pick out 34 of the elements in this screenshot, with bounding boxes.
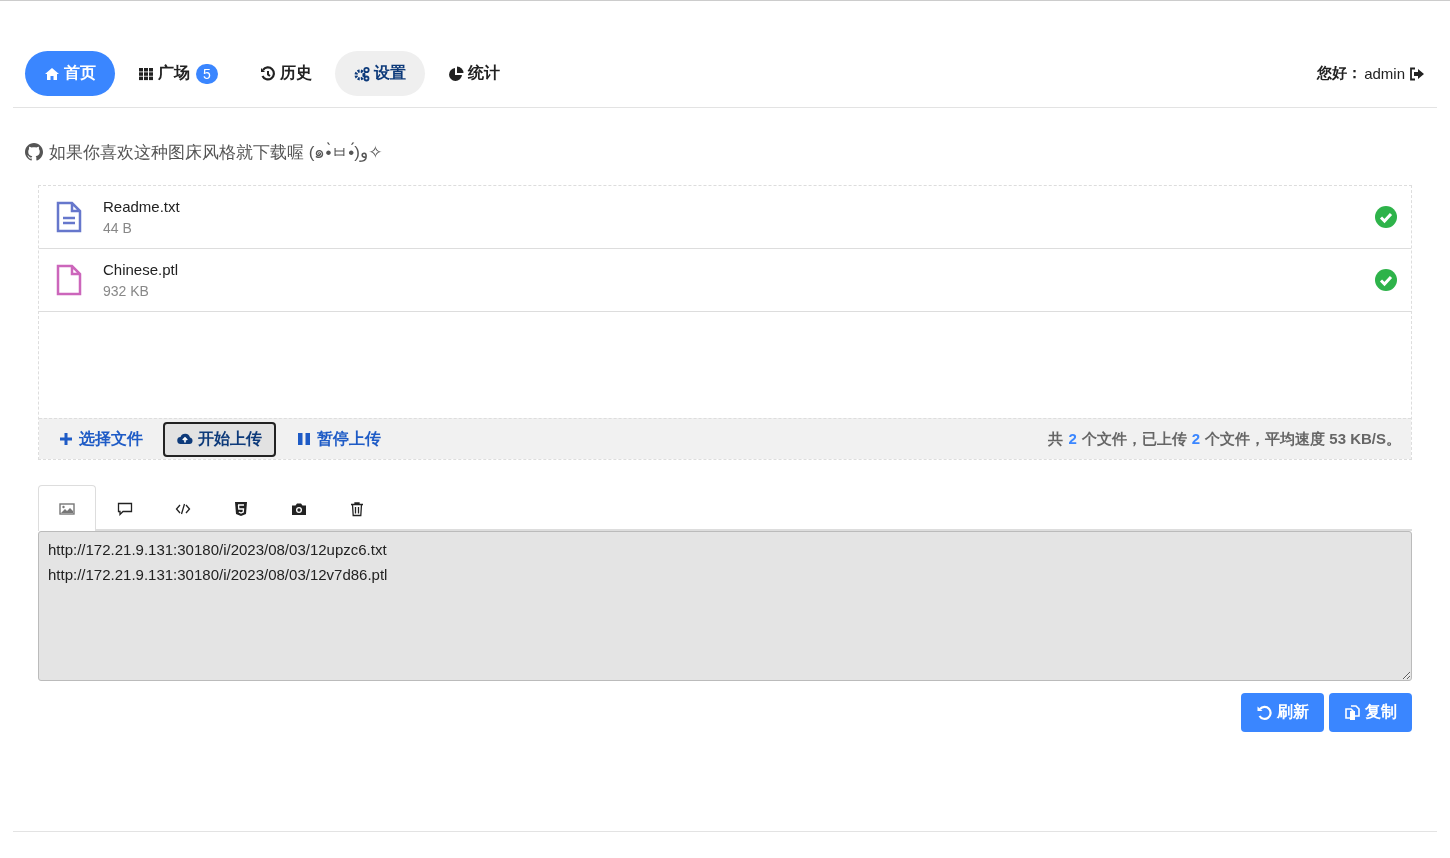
add-button[interactable]: 选择文件 — [44, 421, 157, 457]
history-icon — [259, 65, 276, 82]
greeting-label: 您好： — [1317, 64, 1363, 83]
upload-button[interactable]: 开始上传 — [163, 421, 276, 457]
notice-text: 如果你喜欢这种图床风格就下载喔 (๑•̀ㅂ•́)و✧ — [49, 141, 383, 164]
comment-icon — [116, 500, 134, 517]
home-icon — [44, 65, 60, 82]
pause-button[interactable]: 暂停上传 — [282, 421, 395, 457]
image-tab[interactable] — [38, 485, 96, 531]
file-name: Readme.txt — [103, 198, 181, 215]
grid-icon — [138, 65, 154, 82]
image-icon — [58, 500, 76, 517]
nav-tab[interactable]: 广场 5 — [119, 51, 237, 96]
username: admin — [1364, 65, 1405, 82]
file-size: 932 KB — [103, 283, 150, 299]
settings-icon — [353, 65, 370, 82]
github-icon[interactable] — [25, 142, 43, 161]
nav-tab[interactable]: 统计 — [428, 51, 519, 96]
pause-icon — [296, 431, 312, 447]
link-output[interactable]: http://172.21.9.131:30180/i/2023/08/03/12upzc6.txt http://172.21.9.131:30180/i/2023/08/03/12v7d86.ptl — [38, 531, 1412, 681]
logout-icon[interactable] — [1409, 66, 1425, 81]
trash-icon — [348, 500, 366, 517]
file-size: 44 B — [103, 220, 133, 236]
stats-icon — [447, 65, 464, 82]
count-badge: 5 — [196, 63, 218, 84]
copy-icon — [1344, 703, 1362, 722]
refresh-icon — [1256, 703, 1274, 722]
nav-tab[interactable]: 历史 — [240, 51, 331, 96]
file-name: Chinese.ptl — [103, 261, 180, 278]
add-icon — [58, 431, 74, 447]
upload-status: 共 2 个文件，已上传 2 个文件，平均速度 53 KB/S。 — [1048, 429, 1401, 449]
upload-icon — [177, 431, 193, 447]
html5-icon — [232, 500, 250, 517]
nav-tab[interactable]: 设置 — [334, 51, 425, 96]
